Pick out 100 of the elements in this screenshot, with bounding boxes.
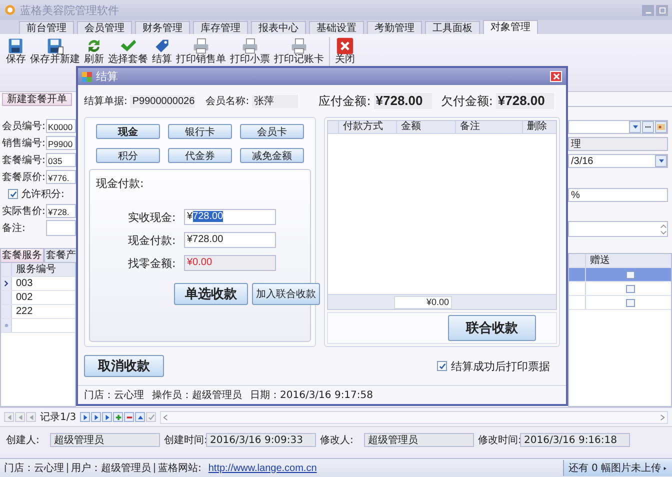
toolbar-button[interactable]: 打印小票 — [228, 37, 272, 65]
menu-tab[interactable]: 基础设置 — [309, 21, 364, 34]
field-label: 套餐编号: — [2, 154, 45, 167]
status-text: 蓝格网站: — [158, 462, 202, 475]
toolbar-button[interactable]: 选择套餐 — [106, 37, 150, 65]
amount-value: ¥728.00 — [496, 93, 554, 109]
input-field[interactable]: ¥776. — [46, 170, 76, 184]
input-field[interactable]: % — [568, 188, 668, 202]
app-logo-icon — [4, 4, 16, 16]
menu-tab[interactable]: 前台管理 — [19, 21, 74, 34]
checkmark-icon — [438, 362, 446, 370]
checkbox[interactable] — [626, 284, 635, 292]
payment-method-button[interactable]: 积分 — [96, 148, 160, 163]
add-button[interactable] — [113, 412, 124, 422]
maximize-button[interactable] — [656, 4, 668, 16]
payment-method-button[interactable]: 减免金额 — [240, 148, 304, 163]
menu-tab[interactable]: 工具面板 — [425, 21, 480, 34]
combined-collect-button[interactable]: 联合收款 — [448, 315, 536, 341]
payment-method-button[interactable]: 代金券 — [168, 148, 232, 163]
readonly-field: 2016/3/16 9:16:18 — [520, 433, 630, 447]
collect-button[interactable]: 单选收款 — [174, 283, 248, 305]
toolbar-button[interactable]: 关闭 — [333, 37, 357, 65]
menu-tab[interactable]: 对象管理 — [483, 20, 538, 34]
readonly-field: ¥0.00 — [184, 255, 276, 271]
card-button[interactable] — [655, 121, 667, 133]
printer-icon — [191, 37, 211, 55]
minimize-button[interactable] — [642, 4, 654, 16]
menu-tab[interactable]: 财务管理 — [135, 21, 190, 34]
input-field[interactable]: 035 — [46, 153, 76, 167]
menu-tab[interactable]: 考勤管理 — [367, 21, 422, 34]
previous-button[interactable] — [26, 412, 36, 422]
toolbar-button[interactable]: 打印销售单 — [174, 37, 228, 65]
memo-field[interactable] — [568, 221, 668, 237]
remove-button[interactable] — [124, 412, 134, 422]
toolbar-button[interactable]: 打印记账卡 — [272, 37, 326, 65]
input-field[interactable]: ¥728.00 — [184, 209, 276, 225]
close-button[interactable] — [550, 71, 562, 82]
combo-field[interactable] — [568, 120, 668, 134]
toolbar-button[interactable]: 刷新 — [82, 37, 106, 65]
field-label: 销售编号: — [2, 136, 45, 150]
minus-icon — [126, 414, 133, 420]
up-triangle-icon — [136, 414, 144, 420]
chevron-right-icon — [660, 414, 665, 420]
document-tab[interactable]: 新建套餐开单 — [2, 93, 72, 106]
next-page-button[interactable] — [91, 412, 102, 422]
table-cell-text: 002 — [15, 291, 33, 304]
table-cell-text: 003 — [15, 277, 33, 290]
dropdown-button[interactable] — [629, 121, 641, 133]
readonly-field: 超级管理员 — [364, 433, 474, 447]
checkbox[interactable] — [626, 270, 635, 278]
column-header: 服务编号 — [15, 263, 56, 276]
checkbox[interactable] — [626, 298, 635, 306]
first-button[interactable] — [4, 412, 14, 422]
payment-method-button[interactable]: 现金 — [96, 124, 160, 139]
printer-icon — [240, 37, 260, 55]
field-label: 允许积分: — [21, 188, 64, 201]
input-field[interactable]: P9900 — [46, 136, 76, 150]
id-card-icon — [657, 124, 665, 130]
menu-tab[interactable]: 会员管理 — [77, 21, 132, 34]
menu-tab[interactable]: 库存管理 — [193, 21, 248, 34]
sub-tab[interactable]: 套餐服务 — [0, 248, 44, 262]
payment-method-button[interactable]: 银行卡 — [168, 124, 232, 139]
input-field[interactable]: ¥728.00 — [184, 232, 276, 248]
next-button[interactable] — [80, 412, 90, 422]
cancel-collect-button[interactable]: 取消收款 — [84, 355, 164, 377]
amount-label: 应付金额: — [318, 92, 371, 110]
toolbar-button[interactable]: 保存并新建 — [28, 37, 82, 65]
readonly-field: 张萍 — [252, 94, 298, 108]
sub-tab[interactable]: 套餐产 — [44, 248, 78, 262]
date-field[interactable]: /3/16 — [568, 154, 668, 168]
memo-field[interactable] — [46, 220, 76, 236]
close-icon — [552, 73, 560, 80]
field-label: 找零金额: — [128, 256, 177, 270]
more-button[interactable] — [642, 121, 654, 133]
last-button[interactable] — [102, 412, 112, 422]
dropdown-button[interactable] — [655, 155, 667, 167]
field-label: 修改人: — [320, 434, 354, 447]
column-header: 付款方式 — [339, 121, 397, 133]
horizontal-scrollbar[interactable] — [160, 410, 668, 424]
field-label: 备注: — [2, 222, 26, 235]
input-field[interactable]: K0000 — [46, 119, 76, 133]
row-header[interactable] — [1, 277, 12, 290]
close-icon — [335, 37, 355, 55]
website-link[interactable]: http://www.lange.com.cn — [208, 462, 317, 474]
previous-page-button[interactable] — [15, 412, 25, 422]
toolbar-button[interactable]: 保存 — [4, 37, 28, 65]
spin-button-icon[interactable] — [660, 222, 667, 236]
field-label: 创建人: — [6, 434, 40, 447]
plus-icon — [114, 414, 122, 420]
menu-tab[interactable]: 报表中心 — [251, 21, 306, 34]
checkbox[interactable] — [8, 189, 18, 199]
input-field[interactable]: ¥728. — [46, 204, 76, 218]
payment-method-button[interactable]: 会员卡 — [240, 124, 304, 139]
checkbox[interactable] — [437, 361, 447, 371]
caret-down-icon — [632, 125, 638, 129]
edit-button[interactable] — [135, 412, 146, 422]
collect-button[interactable]: 加入联合收款 — [252, 283, 320, 305]
checkmark-icon — [148, 414, 155, 420]
status-text: 操作员：超级管理员 — [152, 388, 242, 402]
toolbar-button[interactable]: 结算 — [150, 37, 174, 65]
